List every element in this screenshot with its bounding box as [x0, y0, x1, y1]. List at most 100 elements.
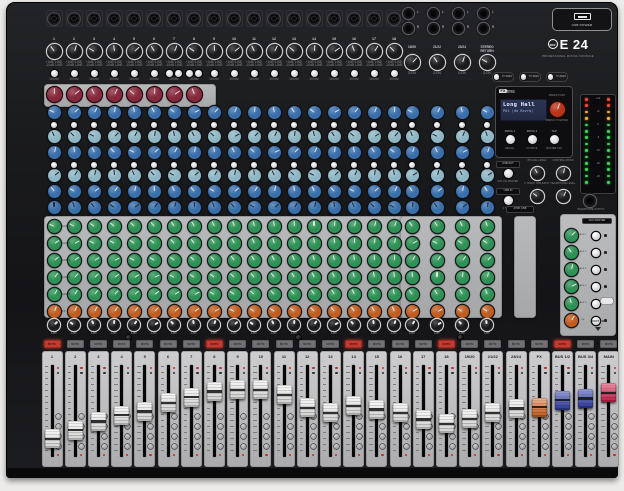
eq-hi-knob-ch2[interactable] — [68, 106, 81, 119]
eq-low-knob-st2[interactable] — [456, 201, 469, 214]
eq-low-knob-ch8[interactable] — [188, 201, 201, 214]
eq-bypass-button-1-ch14[interactable] — [311, 122, 317, 128]
aux-master-knob-1[interactable] — [565, 229, 578, 242]
eq-hi-knob-ch12[interactable] — [268, 106, 281, 119]
eq-hi-mid-freq-knob-ch8[interactable] — [188, 130, 201, 143]
pfl-level-knob[interactable] — [531, 167, 544, 180]
gain-knob-ch16[interactable] — [347, 44, 362, 59]
assign-button-2-7[interactable] — [195, 424, 200, 429]
mute-button-17[interactable]: MUTE — [415, 340, 432, 348]
assign-button-2-12[interactable] — [311, 424, 316, 429]
aux-1-knob-ch13[interactable] — [288, 220, 301, 233]
assign-button-2-16[interactable] — [404, 424, 409, 429]
aux-1-knob-ch9[interactable] — [208, 220, 221, 233]
aux-2-knob-st1[interactable] — [431, 237, 444, 250]
aux-3-knob-ch13[interactable] — [288, 254, 301, 267]
mute-button-18[interactable]: MUTE — [438, 340, 455, 348]
eq-lo-mid-knob-ch16[interactable] — [348, 185, 361, 198]
aux-3-knob-ch15[interactable] — [328, 254, 341, 267]
eq-bypass-button-1-ch9[interactable] — [211, 122, 217, 128]
aux-2-knob-ch16[interactable] — [348, 237, 361, 250]
aux-1-knob-ch7[interactable] — [168, 220, 181, 233]
aux-2-knob-ch10[interactable] — [228, 237, 241, 250]
assign-button-2-BUS 1/2[interactable] — [566, 424, 571, 429]
pan-knob-ch14[interactable] — [308, 319, 320, 331]
gain-knob-ch9[interactable] — [207, 44, 222, 59]
eq-low-knob-ch13[interactable] — [288, 201, 301, 214]
pan-knob-ch9[interactable] — [208, 319, 220, 331]
aux-1-knob-st0[interactable] — [406, 220, 419, 233]
assign-button-3-BUS 1/2[interactable] — [566, 434, 571, 439]
assign-button-1-11[interactable] — [288, 414, 293, 419]
eq-lo-mid-knob-st3[interactable] — [481, 185, 494, 198]
aux-5-knob-st1[interactable] — [431, 288, 444, 301]
eq-hi-knob-ch1[interactable] — [48, 106, 61, 119]
aux-5-knob-ch12[interactable] — [268, 288, 281, 301]
fx-send-knob-ch8[interactable] — [188, 305, 201, 318]
aux-2-knob-ch1[interactable] — [48, 237, 61, 250]
eq-bypass-button-1-ch8[interactable] — [191, 122, 197, 128]
eq-bypass-button-2-ch11[interactable] — [251, 162, 257, 168]
eq-hi-knob-st3[interactable] — [481, 106, 494, 119]
eq-hi-knob-ch4[interactable] — [108, 106, 121, 119]
aux-afl-button-3[interactable] — [592, 266, 600, 274]
hpf-button-ch14[interactable] — [311, 70, 318, 77]
eq-lo-mid-knob-st2[interactable] — [456, 185, 469, 198]
eq-hi-mid-freq-knob-ch18[interactable] — [388, 130, 401, 143]
eq-lo-mid-knob-ch10[interactable] — [228, 185, 241, 198]
aux-5-knob-ch9[interactable] — [208, 288, 221, 301]
stereo-route-button-3[interactable]: TO MAIN — [546, 72, 568, 82]
eq-low-knob-ch5[interactable] — [128, 201, 141, 214]
eq-lo-mid-knob-ch13[interactable] — [288, 185, 301, 198]
hpf-button-ch2[interactable] — [71, 70, 78, 77]
hpf-button-ch8[interactable] — [195, 70, 202, 77]
eq-low-knob-ch10[interactable] — [228, 201, 241, 214]
eq-hi-mid-freq-knob-st1[interactable] — [431, 130, 444, 143]
aux-3-knob-ch11[interactable] — [248, 254, 261, 267]
eq-bypass-button-2-ch9[interactable] — [211, 162, 217, 168]
assign-button-2-23/24[interactable] — [520, 424, 525, 429]
pan-knob-ch16[interactable] — [348, 319, 360, 331]
eq-hi-knob-ch6[interactable] — [148, 106, 161, 119]
eq-hi-knob-ch7[interactable] — [168, 106, 181, 119]
eq-bypass-button-2-ch3[interactable] — [91, 162, 97, 168]
gain-knob-ch15[interactable] — [327, 44, 342, 59]
eq-low-knob-st1[interactable] — [431, 201, 444, 214]
dsp-button-1[interactable] — [506, 135, 515, 144]
eq-hi-knob-ch5[interactable] — [128, 106, 141, 119]
eq-hi-mid-freq-knob-ch9[interactable] — [208, 130, 221, 143]
aux-master-knob-6[interactable] — [565, 314, 578, 327]
fader-cap-14[interactable] — [346, 396, 361, 415]
eq-bypass-button-1-ch4[interactable] — [111, 122, 117, 128]
fader-cap-BUS 1/2[interactable] — [555, 391, 570, 410]
pan-knob-ch10[interactable] — [228, 319, 240, 331]
mute-button-11[interactable]: MUTE — [276, 340, 293, 348]
mute-button-1[interactable]: MUTE — [44, 340, 61, 348]
assign-button-2-1[interactable] — [56, 424, 61, 429]
fader-cap-5[interactable] — [137, 402, 152, 421]
mute-button-3[interactable]: MUTE — [90, 340, 107, 348]
aux-3-knob-ch12[interactable] — [268, 254, 281, 267]
fx-send-knob-st3[interactable] — [481, 305, 494, 318]
pan-knob-ch1[interactable] — [48, 319, 60, 331]
usb-in-button[interactable] — [504, 196, 513, 205]
fx-send-knob-ch3[interactable] — [88, 305, 101, 318]
aux-5-knob-ch13[interactable] — [288, 288, 301, 301]
eq-hi-mid-knob-ch5[interactable] — [128, 146, 141, 159]
eq-lo-mid-freq-knob-st3[interactable] — [481, 169, 494, 182]
aux-4-knob-ch12[interactable] — [268, 271, 281, 284]
aux-5-knob-ch1[interactable] — [48, 288, 61, 301]
fx-send-knob-ch11[interactable] — [248, 305, 261, 318]
hpf-button-ch3[interactable] — [91, 70, 98, 77]
eq-lo-mid-freq-knob-ch9[interactable] — [208, 169, 221, 182]
eq-bypass-button-2-ch1[interactable] — [51, 162, 57, 168]
eq-lo-mid-freq-knob-ch17[interactable] — [368, 169, 381, 182]
aux-1-knob-ch17[interactable] — [368, 220, 381, 233]
comp-knob-ch7[interactable] — [167, 87, 182, 102]
aux-4-knob-ch16[interactable] — [348, 271, 361, 284]
aux-2-knob-st3[interactable] — [481, 237, 494, 250]
eq-hi-mid-knob-ch8[interactable] — [188, 146, 201, 159]
eq-low-knob-ch3[interactable] — [88, 201, 101, 214]
aux-1-knob-ch8[interactable] — [188, 220, 201, 233]
aux-2-knob-ch7[interactable] — [168, 237, 181, 250]
